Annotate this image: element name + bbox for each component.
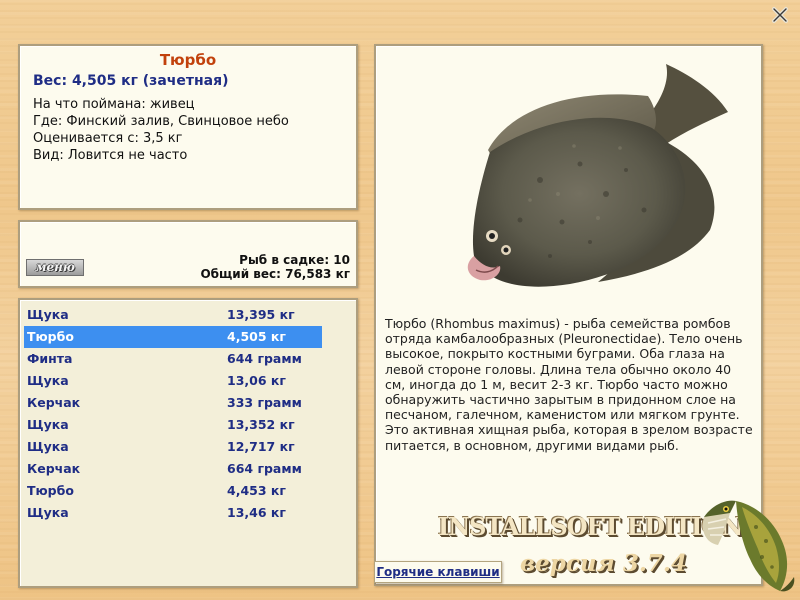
catch-weight: 12,717 кг	[227, 439, 295, 454]
edition-title: INSTALLSOFT EDITION	[438, 512, 743, 541]
rated-from-line: Оценивается с: 3,5 кг	[33, 131, 183, 146]
location-line: Где: Финский залив, Свинцовое небо	[33, 114, 289, 129]
list-item[interactable]: Финта 644 грамм	[24, 348, 322, 370]
catch-weight: 4,453 кг	[227, 483, 286, 498]
bait-line: На что поймана: живец	[33, 97, 195, 112]
fish-description: Тюрбо (Rhombus maximus) - рыба семейства…	[385, 316, 753, 453]
catch-name: Тюрбо	[27, 329, 74, 344]
list-item[interactable]: Керчак 664 грамм	[24, 458, 322, 480]
catch-weight: 13,06 кг	[227, 373, 286, 388]
total-weight: Общий вес: 76,583 кг	[200, 267, 350, 281]
list-item[interactable]: Керчак 333 грамм	[24, 392, 322, 414]
catch-name: Щука	[27, 417, 69, 432]
list-item[interactable]: Щука 13,352 кг	[24, 414, 322, 436]
catch-name: Керчак	[27, 461, 81, 476]
catch-name: Щука	[27, 439, 69, 454]
catch-weight: 13,46 кг	[227, 505, 286, 520]
menu-button[interactable]: меню	[26, 259, 84, 276]
basket-stats: Рыб в садке: 10 Общий вес: 76,583 кг	[200, 253, 350, 281]
catch-weight: 333 грамм	[227, 395, 302, 410]
fish-count: Рыб в садке: 10	[239, 253, 350, 267]
pike-logo-icon	[702, 500, 795, 592]
kind-line: Вид: Ловится не часто	[33, 148, 188, 163]
fish-card-window: { "info": { "name": "Тюрбо", "weight_lin…	[0, 0, 800, 600]
catch-weight: 644 грамм	[227, 351, 302, 366]
version-label: версия 3.7.4	[520, 550, 687, 577]
basket-panel: меню Рыб в садке: 10 Общий вес: 76,583 к…	[18, 220, 358, 288]
catch-weight: 4,505 кг	[227, 329, 286, 344]
catch-weight: 13,352 кг	[227, 417, 295, 432]
fish-name: Тюрбо	[159, 51, 217, 69]
catch-name: Финта	[27, 351, 73, 366]
catch-name: Щука	[27, 307, 69, 322]
turbot-image	[467, 64, 728, 287]
catch-weight: 664 грамм	[227, 461, 302, 476]
close-icon[interactable]	[771, 6, 789, 24]
catch-weight: 13,395 кг	[227, 307, 295, 322]
list-item[interactable]: Щука 13,46 кг	[24, 502, 322, 524]
catch-name: Тюрбо	[27, 483, 74, 498]
list-item[interactable]: Щука 13,395 кг	[24, 304, 322, 326]
hotkeys-button[interactable]: Горячие клавиши	[374, 561, 502, 583]
fish-weight: Вес: 4,505 кг (зачетная)	[33, 73, 229, 89]
list-item[interactable]: Тюрбо 4,453 кг	[24, 480, 322, 502]
catch-name: Керчак	[27, 395, 81, 410]
catch-name: Щука	[27, 373, 69, 388]
list-item[interactable]: Щука 12,717 кг	[24, 436, 322, 458]
catch-list[interactable]: Щука 13,395 кг Тюрбо 4,505 кг Финта 644 …	[18, 298, 358, 588]
list-item[interactable]: Щука 13,06 кг	[24, 370, 322, 392]
fish-details: На что поймана: живец Где: Финский залив…	[33, 96, 289, 164]
list-item-selected[interactable]: Тюрбо 4,505 кг	[24, 326, 322, 348]
fish-info-panel: Тюрбо Вес: 4,505 кг (зачетная) На что по…	[18, 44, 358, 210]
catch-name: Щука	[27, 505, 69, 520]
